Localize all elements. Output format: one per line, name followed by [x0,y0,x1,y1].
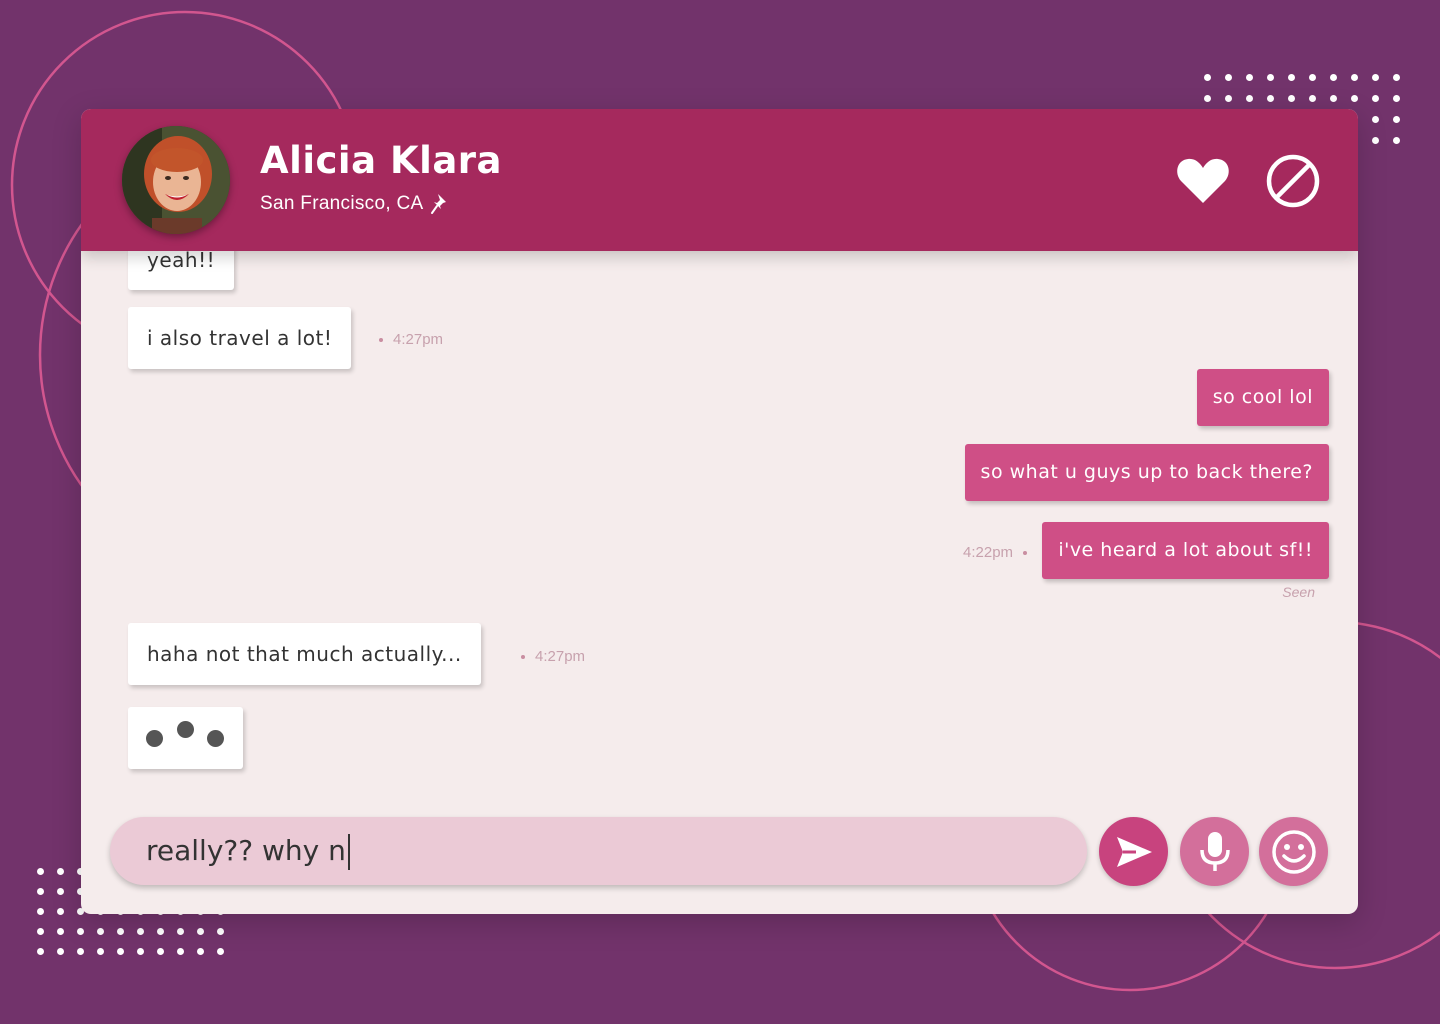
decorative-dot [157,948,164,955]
decorative-dot [217,948,224,955]
typing-indicator [128,707,243,769]
chat-window: Alicia Klara San Francisco, CA yeah!! i … [81,109,1358,914]
decorative-dot [197,948,204,955]
typing-dot [207,730,224,747]
send-icon [1116,836,1152,867]
typing-dot [177,721,194,738]
decorative-dot [77,948,84,955]
decorative-dot [37,868,44,875]
pin-icon [430,194,446,214]
decorative-dot [1204,95,1211,102]
like-button[interactable] [1173,151,1233,211]
decorative-dot [57,948,64,955]
decorative-dot [177,928,184,935]
decorative-dot [1372,137,1379,144]
decorative-dot [97,928,104,935]
decorative-dot [1246,74,1253,81]
decorative-dot [137,948,144,955]
message-bubble-outgoing: so cool lol [1196,369,1329,426]
contact-name: Alicia Klara [260,139,503,182]
decorative-dot [177,948,184,955]
decorative-dot [1204,74,1211,81]
decorative-dot [37,928,44,935]
decorative-dot [1267,74,1274,81]
decorative-dot [57,868,64,875]
decorative-dot [1393,95,1400,102]
block-button[interactable] [1263,151,1323,211]
decorative-dot [37,948,44,955]
microphone-icon [1199,831,1230,871]
decorative-dot [1372,95,1379,102]
message-bubble-outgoing: so what u guys up to back there? [964,444,1329,501]
decorative-dot [1309,95,1316,102]
decorative-dot [217,928,224,935]
decorative-dot [1288,95,1295,102]
decorative-dot [1372,74,1379,81]
message-bubble-incoming: haha not that much actually... [128,623,481,685]
decorative-dot [37,888,44,895]
decorative-dot [1267,95,1274,102]
decorative-dot [57,928,64,935]
message-timestamp: 4:27pm [369,331,443,348]
decorative-dot [137,928,144,935]
decorative-dot [1246,95,1253,102]
send-button[interactable] [1099,817,1168,886]
text-caret [347,834,350,870]
microphone-button[interactable] [1180,817,1249,886]
decorative-dot [1393,74,1400,81]
message-list[interactable]: yeah!! i also travel a lot! 4:27pm so co… [81,231,1358,811]
emoji-button[interactable] [1259,817,1328,886]
decorative-dot [1372,116,1379,123]
decorative-dot [77,928,84,935]
message-composer[interactable]: really?? why n [110,817,1087,885]
decorative-dot [57,888,64,895]
seen-status: Seen [1282,584,1315,600]
decorative-dot [1288,74,1295,81]
decorative-dot [1225,74,1232,81]
decorative-dot [1351,95,1358,102]
decorative-dot [1309,74,1316,81]
decorative-dot [197,928,204,935]
decorative-dot [1393,137,1400,144]
message-bubble-incoming: i also travel a lot! [128,307,352,369]
smiley-icon [1271,829,1316,874]
decorative-dot [57,908,64,915]
contact-location: San Francisco, CA [260,193,450,215]
heart-icon [1177,158,1229,203]
message-input[interactable]: really?? why n [146,817,1046,885]
decorative-dot [37,908,44,915]
decorative-dot [157,928,164,935]
avatar-photo [122,126,230,234]
decorative-dot [97,948,104,955]
decorative-dot [117,928,124,935]
decorative-dot [1393,116,1400,123]
message-bubble-outgoing: i've heard a lot about sf!! [1042,522,1329,579]
chat-header: Alicia Klara San Francisco, CA [81,109,1358,251]
decorative-dot [1225,95,1232,102]
message-timestamp: 4:22pm [963,544,1037,561]
decorative-dot [117,948,124,955]
message-timestamp: 4:27pm [511,648,585,665]
block-icon [1266,154,1320,208]
decorative-dot [1351,74,1358,81]
decorative-dot [1330,95,1337,102]
avatar[interactable] [122,126,230,234]
typing-dot [146,730,163,747]
decorative-dot [1330,74,1337,81]
location-text: San Francisco, CA [260,193,424,214]
